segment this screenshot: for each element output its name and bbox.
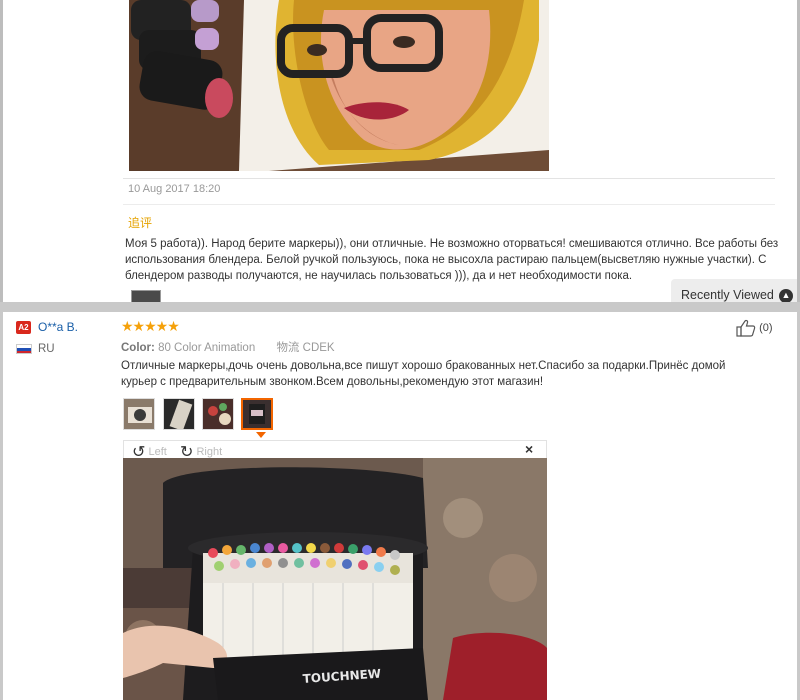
divider (123, 178, 775, 179)
review-thumbnail[interactable] (202, 398, 234, 430)
followup-thumbnail[interactable] (131, 290, 161, 302)
rating-stars: ★★★★★ (121, 318, 180, 334)
thumbs-up-icon (736, 319, 756, 337)
recently-viewed-button[interactable]: Recently Viewed ▲ (671, 279, 797, 302)
color-value: 80 Color Animation (158, 342, 256, 354)
enlarged-review-photo[interactable]: TOUCHNEW (123, 458, 547, 700)
shipping-label: 物流 (276, 342, 300, 354)
recently-viewed-label: Recently Viewed (681, 288, 774, 302)
review-date: 10 Aug 2017 18:20 (128, 183, 221, 195)
review-thumbnail[interactable] (163, 398, 195, 430)
divider (123, 204, 775, 205)
russia-flag-icon (16, 344, 32, 354)
reviewer-name[interactable]: O**a B. (38, 320, 78, 334)
chevron-up-icon: ▲ (779, 289, 793, 302)
previous-review: 10 Aug 2017 18:20 追评 Моя 5 работа)). Нар… (0, 0, 800, 302)
section-separator (0, 302, 800, 312)
buyer-level-badge: A2 (16, 321, 31, 334)
review-text: Отличные маркеры,дочь очень довольна,все… (121, 360, 726, 388)
rotate-right-label: Right (196, 445, 223, 458)
helpful-button[interactable]: (0) (736, 319, 773, 337)
review-thumbnail[interactable] (123, 398, 155, 430)
close-icon[interactable]: × (525, 441, 533, 457)
order-info: Color: 80 Color Animation 物流 CDEK (121, 339, 335, 355)
followup-label: 追评 (128, 216, 153, 230)
review-card: A2 O**a B. RU ★★★★★ Color: 80 Color Anim… (0, 312, 800, 700)
rotate-left-label: Left (148, 445, 167, 458)
review-thumbnail-active[interactable] (241, 398, 273, 430)
followup-text: Моя 5 работа)). Народ берите маркеры)), … (125, 238, 779, 282)
shipping-value: CDEK (302, 342, 335, 354)
color-label: Color: (121, 342, 155, 354)
active-thumbnail-indicator (256, 432, 266, 438)
image-viewer-toolbar: ↺ Left ↻ Right × (123, 440, 547, 461)
review-photo-portrait[interactable] (129, 0, 549, 171)
helpful-count: (0) (759, 321, 773, 334)
country-code: RU (38, 343, 55, 355)
